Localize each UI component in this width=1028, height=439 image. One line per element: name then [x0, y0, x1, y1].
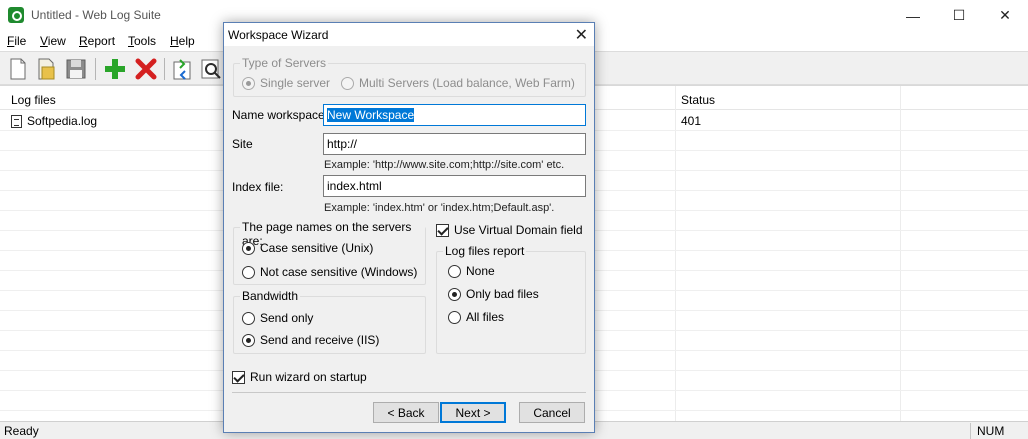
- radio-dot: [448, 287, 461, 301]
- menu-report[interactable]: Report: [79, 34, 115, 48]
- not-case-sensitive-radio[interactable]: Not case sensitive (Windows): [242, 265, 417, 279]
- single-server-label: Single server: [260, 76, 331, 90]
- checkbox-box: [436, 223, 449, 237]
- radio-dot: [242, 265, 255, 279]
- checkbox-box: [232, 370, 245, 384]
- run-wizard-label: Run wizard on startup: [250, 370, 367, 384]
- radio-dot: [448, 264, 461, 278]
- globe-app-icon: [8, 7, 24, 23]
- site-value: http://: [327, 137, 358, 151]
- dialog-title: Workspace Wizard: [228, 28, 329, 42]
- radio-dot: [242, 76, 255, 90]
- log-files-report-group: Log files report None Only bad files All…: [436, 244, 586, 354]
- menu-tools-label: ools: [134, 34, 157, 48]
- toolbar-separator: [164, 58, 165, 80]
- close-button[interactable]: ✕: [982, 0, 1028, 31]
- toolbar-separator: [95, 58, 96, 80]
- new-document-icon[interactable]: [6, 57, 30, 81]
- num-lock-indicator: NUM: [970, 423, 1022, 439]
- name-workspace-input[interactable]: New Workspace: [323, 104, 586, 126]
- dialog-separator: [232, 392, 586, 393]
- menu-report-label: eport: [87, 34, 116, 48]
- type-of-servers-label: Type of Servers: [240, 56, 329, 70]
- page-names-group: The page names on the servers are: Case …: [233, 220, 426, 285]
- log-file-status: 401: [681, 114, 702, 128]
- index-file-input[interactable]: index.html: [323, 175, 586, 197]
- menu-file-label: ile: [14, 34, 27, 48]
- name-workspace-value: New Workspace: [327, 108, 415, 122]
- close-icon: ✕: [999, 7, 1011, 23]
- send-and-receive-label: Send and receive (IIS): [260, 333, 380, 347]
- menu-tools[interactable]: Tools: [128, 34, 156, 48]
- next-button[interactable]: Next >: [440, 402, 506, 423]
- search-magnifier-icon[interactable]: [199, 57, 223, 81]
- maximize-button[interactable]: ☐: [936, 0, 982, 31]
- minimize-button[interactable]: —: [890, 0, 936, 31]
- type-of-servers-group: Type of Servers Single server Multi Serv…: [233, 56, 586, 97]
- report-all-radio[interactable]: All files: [448, 310, 504, 324]
- radio-dot: [242, 241, 255, 255]
- radio-dot: [242, 333, 255, 347]
- run-wizard-on-startup-checkbox[interactable]: Run wizard on startup: [232, 370, 367, 384]
- use-virtual-domain-label: Use Virtual Domain field: [454, 223, 583, 237]
- site-example-hint: Example: 'http://www.site.com;http://sit…: [324, 159, 565, 171]
- column-header-status[interactable]: Status: [681, 93, 715, 107]
- menu-view-label: iew: [47, 34, 66, 48]
- index-file-example-hint: Example: 'index.htm' or 'index.htm;Defau…: [324, 202, 555, 214]
- not-case-sensitive-label: Not case sensitive (Windows): [260, 265, 418, 279]
- case-sensitive-radio[interactable]: Case sensitive (Unix): [242, 241, 373, 255]
- report-none-label: None: [466, 264, 495, 278]
- send-and-receive-radio[interactable]: Send and receive (IIS): [242, 333, 379, 347]
- back-button[interactable]: < Back: [373, 402, 439, 423]
- radio-dot: [448, 310, 461, 324]
- report-only-bad-radio[interactable]: Only bad files: [448, 287, 539, 301]
- send-only-label: Send only: [260, 311, 314, 325]
- menu-view[interactable]: View: [40, 34, 66, 48]
- site-label: Site: [232, 137, 253, 151]
- status-text: Ready: [4, 424, 39, 438]
- menu-file[interactable]: File: [7, 34, 26, 48]
- name-workspace-label: Name workspace:: [232, 108, 329, 122]
- use-virtual-domain-checkbox[interactable]: Use Virtual Domain field: [436, 223, 583, 237]
- site-input[interactable]: http://: [323, 133, 586, 155]
- multi-servers-radio[interactable]: Multi Servers (Load balance, Web Farm): [341, 76, 575, 90]
- menu-help-access-key: H: [170, 34, 179, 48]
- menu-view-access-key: V: [40, 34, 48, 48]
- minimize-icon: —: [906, 7, 920, 24]
- menu-help[interactable]: Help: [170, 34, 195, 48]
- index-file-value: index.html: [327, 179, 382, 193]
- delete-x-icon[interactable]: [134, 57, 158, 81]
- bandwidth-label: Bandwidth: [240, 289, 301, 303]
- menu-report-access-key: R: [79, 34, 88, 48]
- column-header-log-files[interactable]: Log files: [11, 93, 56, 107]
- cancel-button[interactable]: Cancel: [519, 402, 585, 423]
- radio-dot: [341, 76, 354, 90]
- single-server-radio[interactable]: Single server: [242, 76, 330, 90]
- log-file-name: Softpedia.log: [27, 114, 98, 128]
- case-sensitive-label: Case sensitive (Unix): [260, 241, 374, 255]
- send-only-radio[interactable]: Send only: [242, 311, 313, 325]
- bandwidth-group: Bandwidth Send only Send and receive (II…: [233, 289, 426, 354]
- radio-dot: [242, 311, 255, 325]
- open-folder-icon[interactable]: [34, 57, 58, 81]
- menu-help-label: elp: [178, 34, 195, 48]
- workspace-wizard-dialog: Workspace Wizard ✕ Type of Servers Singl…: [223, 22, 595, 433]
- maximize-icon: ☐: [952, 7, 966, 23]
- app-title: Untitled - Web Log Suite: [31, 8, 161, 22]
- dialog-title-bar: Workspace Wizard ✕: [224, 23, 594, 46]
- report-all-label: All files: [466, 310, 505, 324]
- save-disk-icon[interactable]: [64, 57, 88, 81]
- multi-servers-label: Multi Servers (Load balance, Web Farm): [359, 76, 575, 90]
- refresh-icon[interactable]: [171, 57, 195, 81]
- report-none-radio[interactable]: None: [448, 264, 495, 278]
- report-only-bad-label: Only bad files: [466, 287, 539, 301]
- add-plus-icon[interactable]: [103, 57, 127, 81]
- dialog-close-icon[interactable]: ✕: [575, 25, 588, 45]
- log-files-report-label: Log files report: [443, 244, 527, 258]
- index-file-label: Index file:: [232, 180, 284, 194]
- log-file-icon: [11, 115, 22, 128]
